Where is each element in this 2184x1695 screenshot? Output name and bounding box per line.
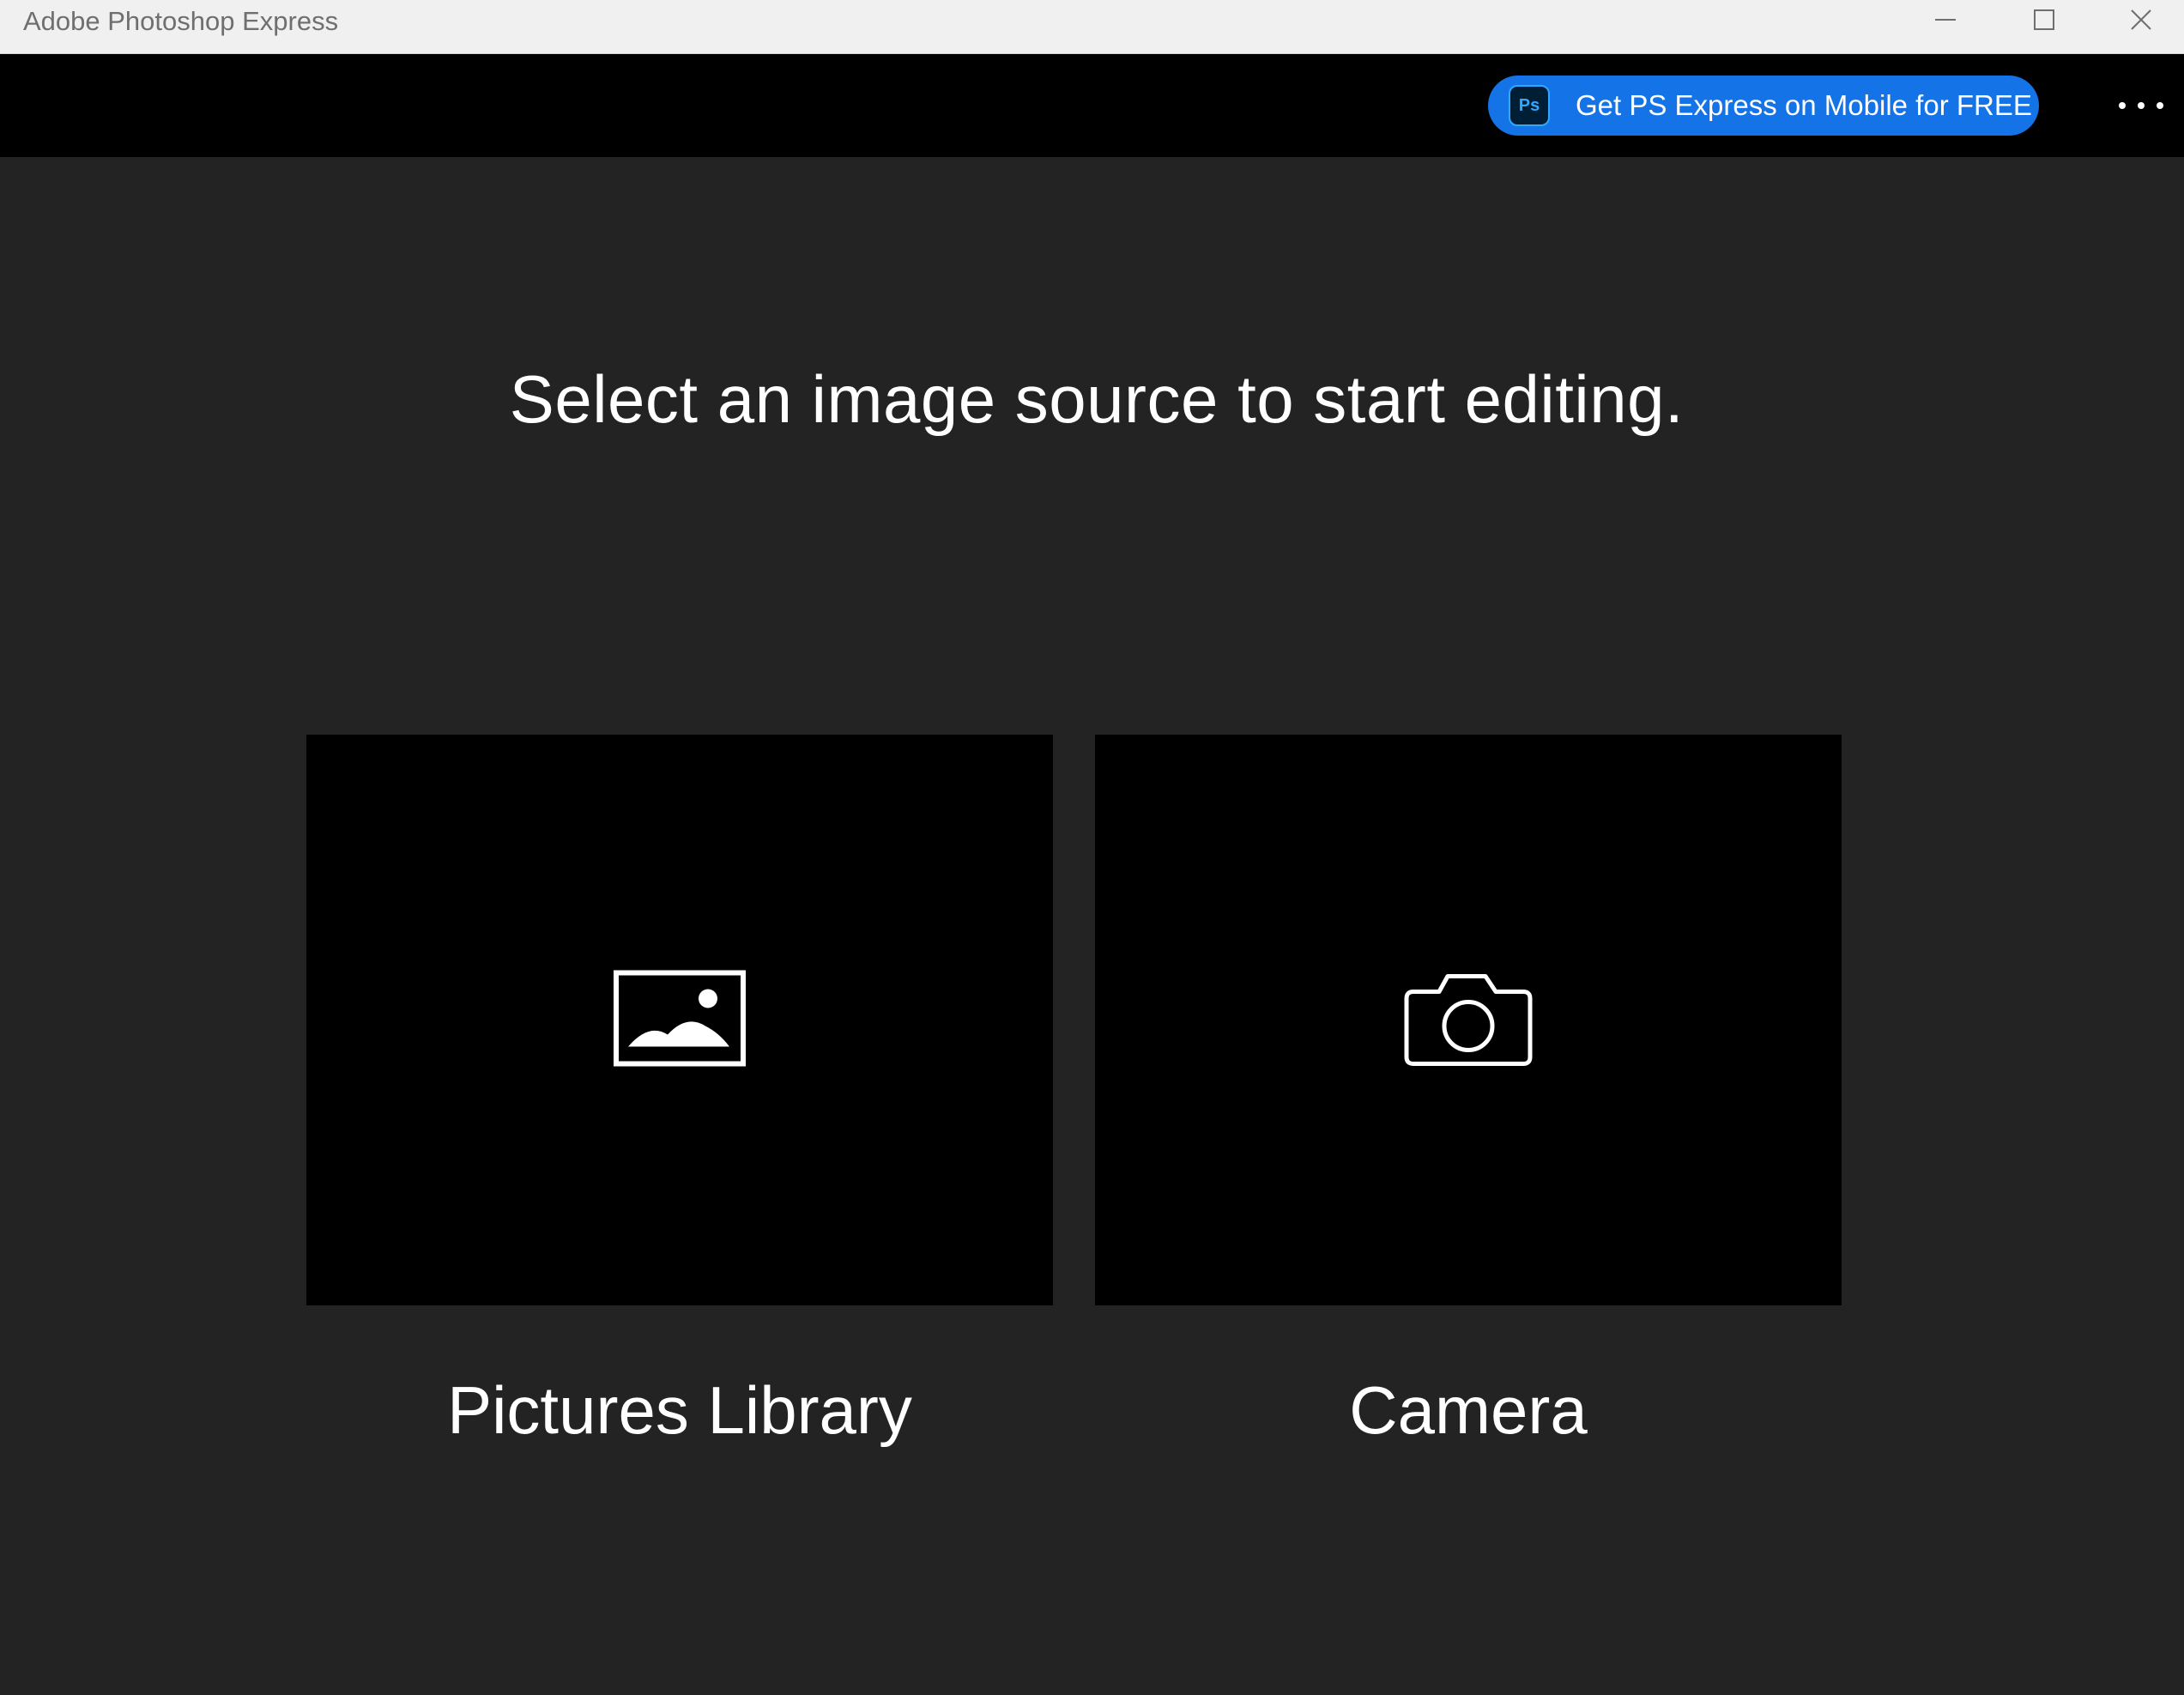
more-options-button[interactable] (2102, 71, 2180, 140)
close-icon (2129, 8, 2153, 32)
title-bar: Adobe Photoshop Express (0, 0, 2184, 54)
promo-label: Get PS Express on Mobile for FREE (1576, 89, 2032, 121)
pictures-library-label[interactable]: Pictures Library (306, 1371, 1053, 1450)
close-button[interactable] (2094, 0, 2184, 39)
minimize-button[interactable] (1898, 0, 1993, 39)
camera-label[interactable]: Camera (1095, 1371, 1842, 1450)
camera-tile[interactable] (1095, 735, 1842, 1305)
ps-logo-icon: Ps (1509, 85, 1550, 126)
get-mobile-app-button[interactable]: Ps Get PS Express on Mobile for FREE (1488, 76, 2039, 136)
window-title: Adobe Photoshop Express (23, 6, 339, 36)
app-bar: Ps Get PS Express on Mobile for FREE (0, 54, 2184, 157)
minimize-icon (1933, 8, 1957, 32)
page-heading: Select an image source to start editing. (509, 361, 1685, 437)
pictures-library-tile[interactable] (306, 735, 1053, 1305)
maximize-icon (2032, 8, 2056, 32)
camera-icon (1403, 967, 1534, 1073)
more-horizontal-icon (2119, 102, 2126, 109)
maximize-button[interactable] (1997, 0, 2091, 39)
image-icon (613, 969, 747, 1071)
